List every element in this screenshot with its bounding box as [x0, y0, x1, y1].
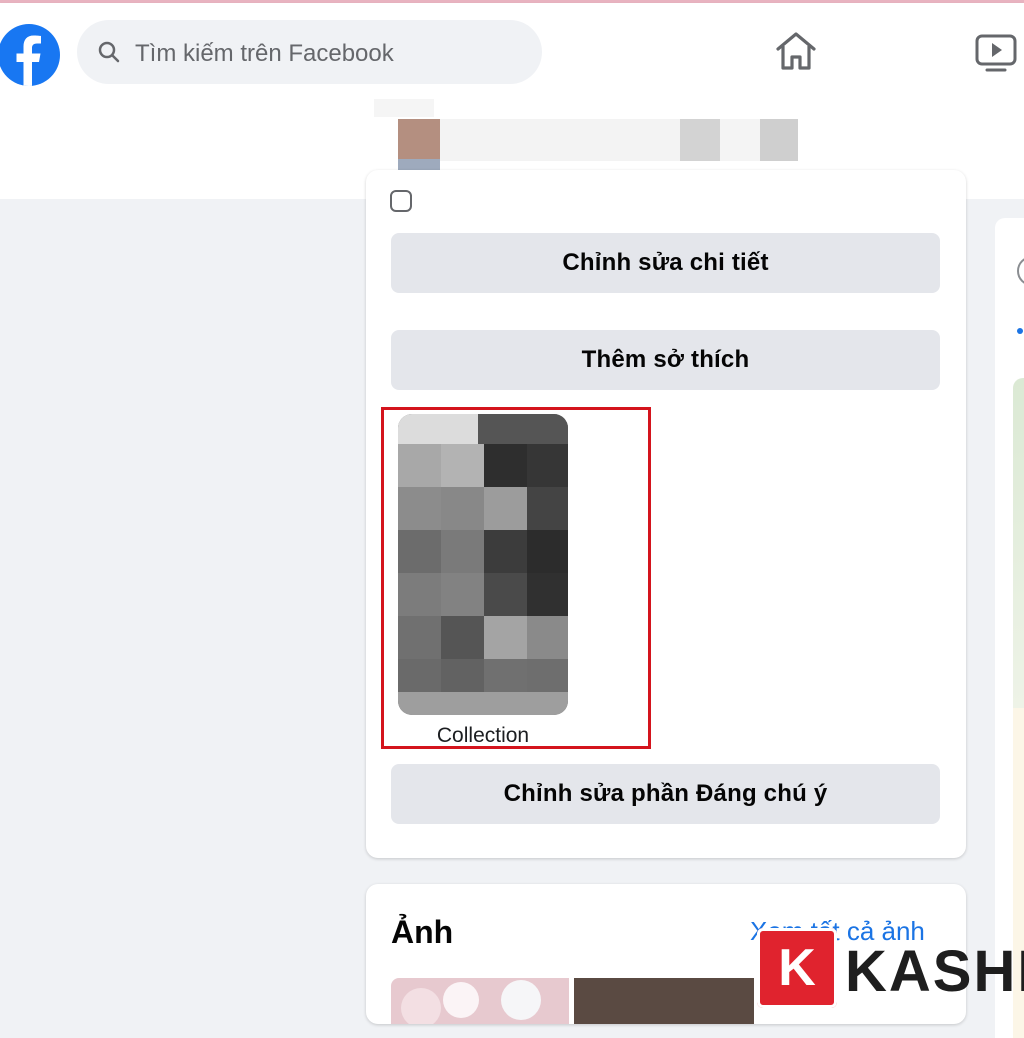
blurred-pixel — [441, 573, 484, 616]
post-image-edge — [1013, 378, 1024, 708]
instagram-icon — [390, 190, 412, 212]
kashi-watermark-logo: K KASHI — [757, 928, 1024, 1008]
facebook-logo-icon[interactable] — [0, 24, 60, 86]
kashi-brand-text: KASHI — [845, 939, 1024, 1004]
blurred-pixel — [398, 414, 478, 444]
avatar — [1017, 256, 1024, 286]
photos-section-title: Ảnh — [391, 914, 454, 950]
blurred-pixel — [398, 616, 441, 659]
blurred-pixel — [401, 988, 441, 1024]
search-placeholder: Tìm kiếm trên Facebook — [135, 40, 394, 67]
blurred-pixel — [527, 487, 568, 530]
blurred-pixel — [484, 530, 527, 573]
blurred-pixel — [484, 444, 527, 487]
blurred-pixel — [443, 982, 479, 1018]
blurred-pixel — [441, 487, 484, 530]
blurred-pixel — [441, 444, 484, 487]
search-bar[interactable]: Tìm kiếm trên Facebook — [77, 20, 542, 84]
blurred-pixel — [398, 530, 441, 573]
blurred-pixel — [527, 573, 568, 616]
photo-thumbnail[interactable] — [391, 978, 569, 1024]
blurred-pixel — [440, 119, 680, 161]
blurred-pixel — [527, 530, 568, 573]
blurred-pixel — [680, 119, 720, 161]
blurred-pixel — [478, 414, 568, 444]
photo-thumbnail[interactable] — [574, 978, 754, 1024]
blurred-pixel — [398, 573, 441, 616]
edit-featured-button[interactable]: Chỉnh sửa phần Đáng chú ý — [391, 764, 940, 824]
edit-details-button[interactable]: Chỉnh sửa chi tiết — [391, 233, 940, 293]
watch-icon[interactable] — [975, 34, 1019, 74]
status-dot — [1017, 328, 1023, 334]
blurred-pixel — [484, 616, 527, 659]
blurred-pixel — [441, 530, 484, 573]
blurred-pixel — [527, 444, 568, 487]
home-icon[interactable] — [774, 30, 818, 72]
blurred-pixel — [398, 692, 568, 715]
kashi-k-icon: K — [757, 928, 837, 1008]
blurred-pixel — [484, 573, 527, 616]
top-navigation-bar: Tìm kiếm trên Facebook — [0, 3, 1024, 99]
blurred-pixel — [760, 119, 798, 161]
blurred-pixel — [398, 119, 440, 159]
blurred-pixel — [374, 99, 434, 117]
blurred-pixel — [398, 487, 441, 530]
blurred-pixel — [720, 119, 760, 161]
blurred-pixel — [441, 616, 484, 659]
blurred-pixel — [484, 487, 527, 530]
add-hobbies-button[interactable]: Thêm sở thích — [391, 330, 940, 390]
right-column-card — [995, 218, 1024, 1038]
featured-collection-thumbnail[interactable] — [398, 414, 568, 715]
search-icon — [98, 41, 120, 63]
blurred-pixel — [527, 616, 568, 659]
blurred-pixel — [501, 980, 541, 1020]
featured-collection-label[interactable]: Collection — [398, 724, 568, 748]
blurred-pixel — [398, 444, 441, 487]
